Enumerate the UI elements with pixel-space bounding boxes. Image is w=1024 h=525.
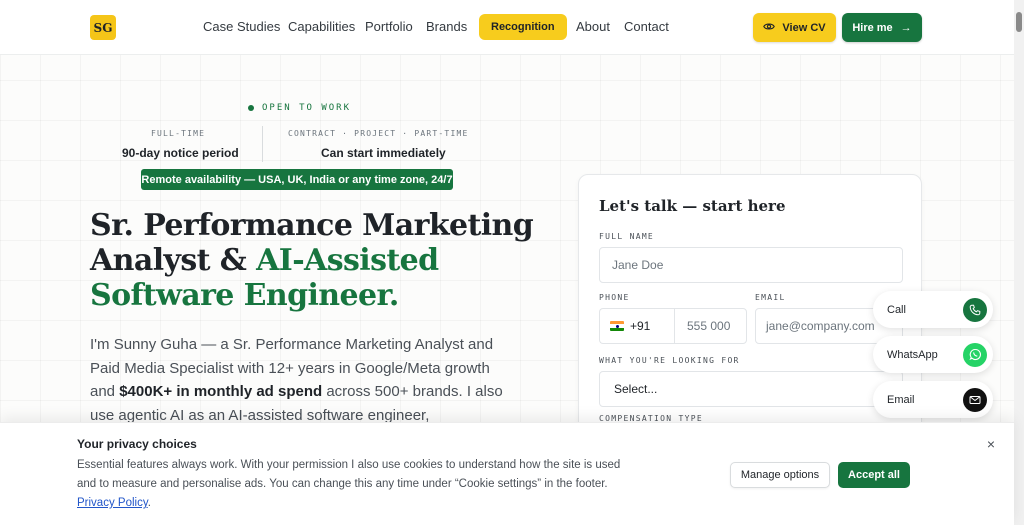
nav-about[interactable]: About xyxy=(576,19,610,34)
nav-portfolio[interactable]: Portfolio xyxy=(365,19,413,34)
hero-title-line1: Sr. Performance Marketing xyxy=(90,208,534,243)
hire-me-button[interactable]: Hire me → xyxy=(842,13,922,42)
looking-for-select[interactable]: Select... xyxy=(599,371,903,407)
contact-form-card: Let's talk — start here FULL NAME Jane D… xyxy=(578,174,922,454)
email-label: EMAIL xyxy=(755,293,786,302)
scrollbar-track[interactable] xyxy=(1014,0,1024,525)
cookie-text-body: Essential features always work. With you… xyxy=(77,459,621,490)
scrollbar-thumb[interactable] xyxy=(1016,12,1022,32)
phone-number-input[interactable]: 555 000 xyxy=(674,308,747,344)
cookie-text-suffix: . xyxy=(147,497,151,509)
india-flag-icon xyxy=(610,321,624,331)
privacy-policy-link[interactable]: Privacy Policy xyxy=(77,497,148,509)
manage-options-button[interactable]: Manage options xyxy=(730,462,830,488)
availability-contract-label: CONTRACT · PROJECT · PART-TIME xyxy=(288,129,469,138)
email-button[interactable]: Email xyxy=(873,381,993,418)
status-dot-icon xyxy=(248,105,254,111)
hero-intro: I'm Sunny Guha — a Sr. Performance Marke… xyxy=(90,333,510,427)
logo[interactable]: SG xyxy=(90,15,116,40)
email-button-label: Email xyxy=(887,393,915,406)
looking-for-label: WHAT YOU'RE LOOKING FOR xyxy=(599,356,740,365)
phone-label: PHONE xyxy=(599,293,630,302)
phone-icon xyxy=(963,297,987,322)
nav-case-studies[interactable]: Case Studies xyxy=(203,19,280,34)
view-cv-label: View CV xyxy=(782,21,826,34)
mail-icon xyxy=(963,387,987,412)
availability-divider xyxy=(262,126,263,162)
call-label: Call xyxy=(887,303,906,316)
close-icon[interactable]: × xyxy=(984,437,998,451)
full-name-input[interactable]: Jane Doe xyxy=(599,247,903,283)
view-cv-button[interactable]: View CV xyxy=(753,13,836,42)
nav-contact[interactable]: Contact xyxy=(624,19,669,34)
whatsapp-button[interactable]: WhatsApp xyxy=(873,336,993,373)
hire-me-label: Hire me xyxy=(852,21,893,34)
whatsapp-label: WhatsApp xyxy=(887,348,938,361)
accept-all-button[interactable]: Accept all xyxy=(838,462,910,488)
open-to-work-label: OPEN TO WORK xyxy=(262,103,352,113)
availability-contract-value: Can start immediately xyxy=(321,146,446,160)
cookie-title: Your privacy choices xyxy=(77,437,197,451)
hero-title-line2: Analyst & AI-Assisted xyxy=(90,243,510,278)
nav-capabilities[interactable]: Capabilities xyxy=(288,19,355,34)
arrow-right-icon: → xyxy=(900,21,912,34)
cookie-text: Essential features always work. With you… xyxy=(77,456,637,513)
site-header: SG Case Studies Capabilities Portfolio B… xyxy=(0,0,1014,55)
nav-brands[interactable]: Brands xyxy=(426,19,467,34)
availability-fulltime-value: 90-day notice period xyxy=(122,146,239,160)
call-button[interactable]: Call xyxy=(873,291,993,328)
whatsapp-icon xyxy=(963,342,987,367)
nav-recognition[interactable]: Recognition xyxy=(479,14,567,40)
hero-intro-highlight: $400K+ in monthly ad spend xyxy=(119,383,323,400)
hero-title-line2-accent: AI-Assisted xyxy=(256,243,439,278)
phone-country-select[interactable]: +91 xyxy=(599,308,675,344)
full-name-label: FULL NAME xyxy=(599,232,655,241)
hero-title: Sr. Performance Marketing Analyst & AI-A… xyxy=(90,208,534,313)
hero-title-line2-plain: Analyst & xyxy=(90,243,257,278)
eye-icon xyxy=(763,22,776,34)
remote-availability-banner: Remote availability — USA, UK, India or … xyxy=(141,169,453,190)
open-to-work-badge: OPEN TO WORK xyxy=(248,103,351,113)
availability-fulltime-label: FULL-TIME xyxy=(151,129,206,138)
phone-country-code: +91 xyxy=(630,319,651,333)
cookie-banner: Your privacy choices Essential features … xyxy=(0,422,1014,525)
form-title: Let's talk — start here xyxy=(599,197,786,215)
hero-title-line3: Software Engineer. xyxy=(90,278,399,313)
